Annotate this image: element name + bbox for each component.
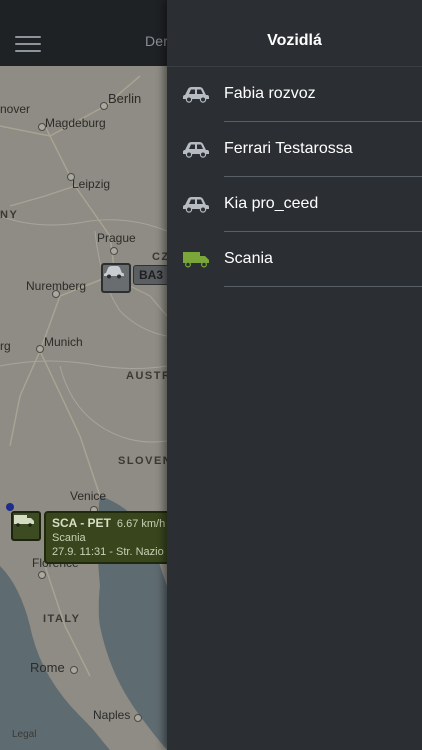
location-pin-icon	[6, 503, 14, 511]
city-label: Prague	[97, 231, 136, 245]
car-icon	[104, 266, 124, 279]
city-label: nover	[0, 102, 31, 116]
country-label: AUSTR	[126, 370, 172, 382]
drawer-title: Vozidlá	[267, 32, 322, 49]
truck-plate: SCA - PET	[52, 516, 111, 530]
vehicle-item-fabia-rozvoz[interactable]: Fabia rozvoz	[167, 67, 422, 122]
city-dot	[36, 345, 44, 353]
vehicle-label: Kia pro_ceed	[224, 195, 319, 212]
vehicle-item-scania[interactable]: Scania	[167, 232, 422, 287]
city-label: rg	[0, 339, 11, 353]
city-label: Venice	[70, 489, 107, 503]
truck-marker[interactable]	[11, 511, 41, 541]
city-label: Munich	[44, 335, 83, 349]
car-icon	[183, 87, 209, 103]
divider	[224, 286, 422, 287]
vehicle-label: Scania	[224, 250, 273, 267]
vehicle-label: Fabia rozvoz	[224, 85, 316, 102]
city-dot	[52, 290, 60, 298]
truck-icon	[183, 252, 209, 268]
city-dot	[67, 173, 75, 181]
legal-link[interactable]: Legal	[12, 729, 36, 740]
top-bar-title: Der	[145, 33, 169, 49]
country-label: ITALY	[43, 613, 81, 625]
city-dot	[38, 123, 46, 131]
city-label: Berlin	[108, 91, 142, 106]
truck-icon	[14, 515, 34, 527]
city-label: Leipzig	[72, 177, 111, 191]
city-label: Rome	[30, 660, 65, 675]
truck-status: 27.9. 11:31 - Str. Nazio	[52, 546, 164, 558]
car-icon	[183, 197, 209, 213]
city-label: Magdeburg	[45, 116, 106, 130]
city-dot	[110, 247, 118, 255]
city-dot	[70, 666, 78, 674]
drawer-header: Vozidlá	[167, 0, 422, 67]
vehicle-item-kia-pro-ceed[interactable]: Kia pro_ceed	[167, 177, 422, 232]
menu-icon[interactable]	[15, 36, 41, 52]
truck-speed: 6.67 km/h	[116, 518, 166, 530]
country-label: NY	[0, 209, 19, 221]
car-icon	[183, 142, 209, 158]
vehicle-item-ferrari-testarossa[interactable]: Ferrari Testarossa	[167, 122, 422, 177]
vehicle-label: Ferrari Testarossa	[224, 140, 353, 157]
city-dot	[100, 102, 108, 110]
city-dot	[38, 571, 46, 579]
city-dot	[134, 714, 142, 722]
vehicles-drawer: Vozidlá Fabia rozvoz Ferrari Testarossa …	[167, 0, 422, 750]
truck-name: Scania	[52, 532, 86, 544]
city-label: Naples	[93, 708, 131, 722]
car-plate-tag[interactable]: BA3	[133, 265, 170, 285]
country-label: SLOVEN	[118, 455, 173, 467]
car-marker[interactable]	[101, 263, 131, 293]
